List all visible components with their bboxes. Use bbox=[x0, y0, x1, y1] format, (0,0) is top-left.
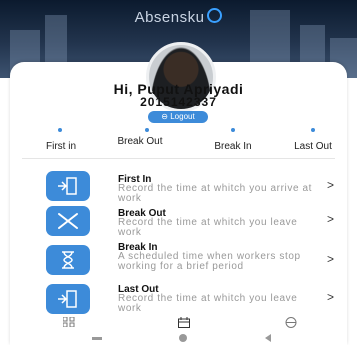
menu-item-description: Record the time at whitch you leave work bbox=[118, 293, 298, 314]
menu-item-description: Record the time at whitch you leave work bbox=[118, 217, 298, 238]
menu-item-description: Record the time at whitch you arrive at … bbox=[118, 183, 313, 204]
exit-door-icon bbox=[46, 171, 90, 201]
section-divider bbox=[22, 158, 335, 159]
user-id-number: 2015142337 bbox=[140, 95, 217, 109]
calendar-icon[interactable] bbox=[178, 317, 190, 331]
chevron-right-icon: > bbox=[327, 290, 335, 304]
home-button[interactable] bbox=[179, 334, 187, 342]
back-button[interactable] bbox=[265, 334, 271, 342]
profile-icon[interactable] bbox=[285, 317, 297, 331]
chevron-right-icon: > bbox=[327, 252, 335, 266]
status-dot-break-out bbox=[145, 128, 149, 132]
hourglass-icon bbox=[46, 245, 90, 275]
qr-code-icon[interactable] bbox=[62, 316, 75, 330]
fork-spoon-icon bbox=[46, 206, 90, 236]
status-label-break-in: Break In bbox=[214, 141, 252, 152]
status-label-first-in: First in bbox=[46, 141, 76, 152]
logout-button[interactable]: ⊖ Logout bbox=[148, 111, 208, 123]
recent-apps-button[interactable] bbox=[92, 337, 102, 340]
menu-item-description: A scheduled time when workers stop worki… bbox=[118, 251, 301, 272]
exit-door-icon bbox=[46, 284, 90, 314]
status-label-last-out: Last Out bbox=[294, 141, 332, 152]
app-title: Absensku bbox=[0, 8, 357, 26]
clock-icon bbox=[207, 8, 223, 23]
status-dot-last-out bbox=[311, 128, 315, 132]
chevron-right-icon: > bbox=[327, 178, 335, 192]
chevron-right-icon: > bbox=[327, 212, 335, 226]
status-dot-break-in bbox=[231, 128, 235, 132]
status-dot-first-in bbox=[58, 128, 62, 132]
status-label-break-out: Break Out bbox=[117, 136, 163, 147]
